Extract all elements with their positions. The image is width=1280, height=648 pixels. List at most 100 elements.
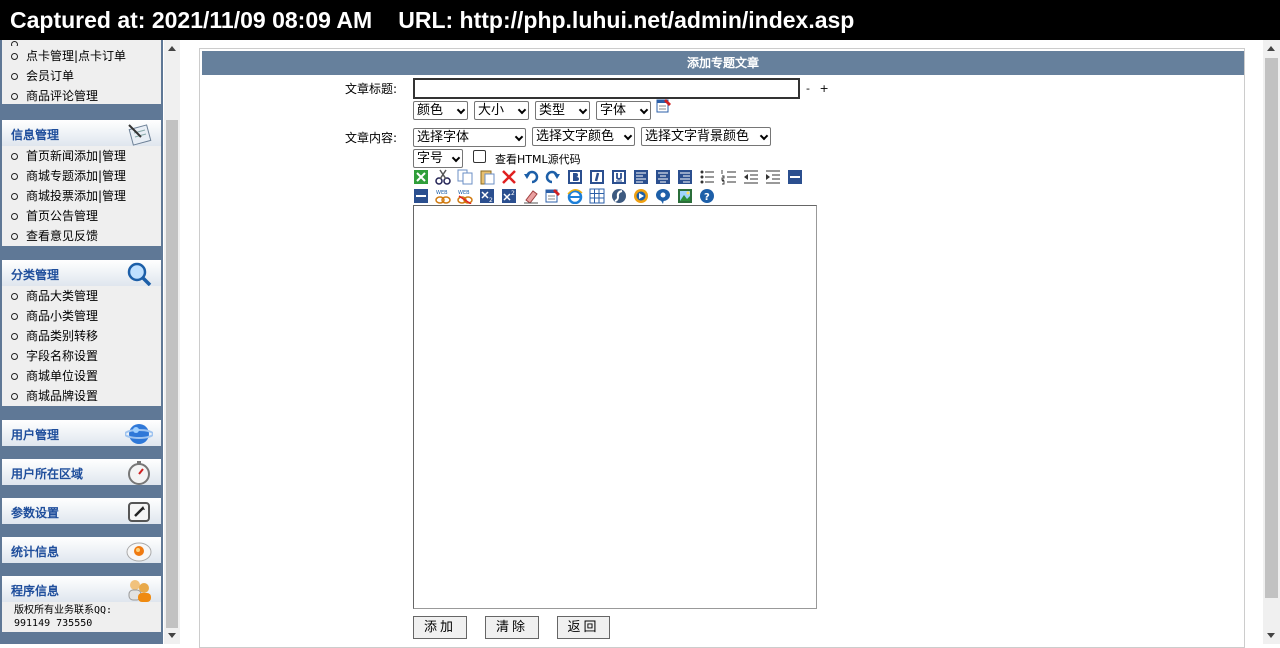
- align-right-icon[interactable]: [677, 169, 693, 185]
- bold-icon[interactable]: [567, 169, 583, 185]
- sidebar-item-main-category[interactable]: 商品大类管理: [2, 286, 161, 306]
- flash-icon[interactable]: [611, 188, 627, 204]
- main-scrollbar[interactable]: [1263, 40, 1280, 644]
- insert-table-props-icon[interactable]: [545, 188, 561, 204]
- sidebar-item-units[interactable]: 商城单位设置: [2, 366, 161, 386]
- underline-icon[interactable]: [611, 169, 627, 185]
- menu-header-settings[interactable]: 参数设置: [2, 498, 161, 524]
- delete-icon[interactable]: [501, 169, 517, 185]
- outdent-icon[interactable]: [743, 169, 759, 185]
- select-value: 字号: [417, 151, 444, 166]
- article-title-input[interactable]: [413, 78, 800, 99]
- title-font-select[interactable]: 字体: [596, 101, 651, 120]
- font-select[interactable]: 选择字体: [413, 128, 526, 147]
- back-button[interactable]: 返回: [557, 616, 610, 639]
- scroll-thumb[interactable]: [166, 120, 178, 628]
- left-frame: 点卡管理|点卡订单 会员订单 商品评论管理 信息管理 首页新闻添加|管理 商城专…: [0, 40, 180, 644]
- menu-header-label: 信息管理: [11, 128, 60, 142]
- redo-icon[interactable]: [545, 169, 561, 185]
- select-value: 类型: [539, 103, 566, 118]
- sidebar-item-point-card[interactable]: 点卡管理|点卡订单: [2, 46, 161, 66]
- insert-image-icon[interactable]: [677, 188, 693, 204]
- undo-icon[interactable]: [523, 169, 539, 185]
- cut-icon[interactable]: [435, 169, 451, 185]
- table-icon[interactable]: [589, 188, 605, 204]
- sidebar-item-feedback[interactable]: 查看意见反馈: [2, 226, 161, 246]
- stopwatch-icon: [128, 461, 150, 485]
- scroll-down-icon[interactable]: [1267, 633, 1275, 638]
- writing-pad-icon: [128, 124, 152, 146]
- copy-icon[interactable]: [457, 169, 473, 185]
- align-center-icon[interactable]: [655, 169, 671, 185]
- sidebar-item-category-move[interactable]: 商品类别转移: [2, 326, 161, 346]
- menu-block-category: 商品大类管理 商品小类管理 商品类别转移 字段名称设置 商城单位设置 商城品牌设…: [2, 286, 161, 406]
- horizontal-rule-icon[interactable]: [787, 169, 803, 185]
- article-title-label: 文章标题:: [345, 82, 398, 96]
- title-type-select[interactable]: 类型: [535, 101, 590, 120]
- chevron-down-icon: [517, 105, 527, 115]
- help-icon[interactable]: ?: [699, 188, 715, 204]
- sidebar-item-votes[interactable]: 商城投票添加|管理: [2, 186, 161, 206]
- menu-header-info[interactable]: 信息管理: [2, 120, 161, 146]
- select-all-icon[interactable]: [413, 169, 429, 185]
- media-player-icon[interactable]: [633, 188, 649, 204]
- menu-header-program[interactable]: 程序信息: [2, 576, 161, 602]
- clear-button[interactable]: 清除: [485, 616, 539, 639]
- text-color-select[interactable]: 选择文字颜色: [532, 127, 635, 146]
- sidebar-item-member-orders[interactable]: 会员订单: [2, 66, 161, 86]
- copyright-line-2: 991149 735550: [14, 618, 93, 629]
- copyright-info: 版权所有业务联系QQ: 991149 735550: [2, 602, 161, 632]
- captured-url-text: URL: http://php.luhui.net/admin/index.as…: [398, 7, 855, 33]
- sidebar-item-topics[interactable]: 商城专题添加|管理: [2, 166, 161, 186]
- sidebar-item-news[interactable]: 首页新闻添加|管理: [2, 146, 161, 166]
- title-color-select[interactable]: 颜色: [413, 101, 468, 120]
- menu-block-info: 首页新闻添加|管理 商城专题添加|管理 商城投票添加|管理 首页公告管理 查看意…: [2, 146, 161, 246]
- sidebar-item-product-reviews[interactable]: 商品评论管理: [2, 86, 161, 106]
- text-bgcolor-select[interactable]: 选择文字背景颜色: [641, 127, 771, 146]
- real-player-icon[interactable]: [655, 188, 671, 204]
- sidebar-item-brands[interactable]: 商城品牌设置: [2, 386, 161, 406]
- sidebar-item-announcements[interactable]: 首页公告管理: [2, 206, 161, 226]
- web-link-icon[interactable]: WEB: [435, 188, 451, 204]
- select-value: 颜色: [417, 103, 444, 118]
- menu-header-category[interactable]: 分类管理: [2, 260, 161, 287]
- scroll-thumb[interactable]: [1265, 58, 1278, 598]
- article-content-label: 文章内容:: [345, 131, 398, 145]
- menu-header-users[interactable]: 用户管理: [2, 420, 161, 446]
- sidebar-item-sub-category[interactable]: 商品小类管理: [2, 306, 161, 326]
- indent-icon[interactable]: [765, 169, 781, 185]
- svg-text:2: 2: [511, 190, 515, 197]
- italic-icon[interactable]: [589, 169, 605, 185]
- content-editor[interactable]: [413, 205, 817, 609]
- numbered-list-icon[interactable]: [721, 169, 737, 185]
- menu-header-region[interactable]: 用户所在区域: [2, 459, 161, 485]
- panel-title: 添加专题文章: [202, 51, 1244, 75]
- html-source-checkbox[interactable]: [473, 150, 486, 163]
- paste-icon[interactable]: [479, 169, 495, 185]
- select-value: 大小: [478, 103, 505, 118]
- settings-window-icon: [128, 502, 150, 522]
- users-icon: [128, 580, 151, 602]
- unlink-icon[interactable]: WEB: [457, 188, 473, 204]
- menu-header-stats[interactable]: 统计信息: [2, 537, 161, 563]
- scroll-up-icon[interactable]: [168, 46, 176, 51]
- align-left-icon[interactable]: [633, 169, 649, 185]
- title-preview-icon[interactable]: [656, 98, 672, 114]
- scroll-up-icon[interactable]: [1267, 46, 1275, 51]
- browser-icon[interactable]: [567, 188, 583, 204]
- chart-disc-icon: [126, 542, 152, 562]
- sidebar-item-field-names[interactable]: 字段名称设置: [2, 346, 161, 366]
- eraser-icon[interactable]: [523, 188, 539, 204]
- title-size-select[interactable]: 大小: [474, 101, 529, 120]
- subscript-icon[interactable]: 2: [479, 188, 495, 204]
- superscript-icon[interactable]: 2: [501, 188, 517, 204]
- menu-header-label: 参数设置: [11, 506, 60, 520]
- remove-format-icon[interactable]: [413, 188, 429, 204]
- font-size-select[interactable]: 字号: [413, 149, 463, 168]
- menu-block-orders: 点卡管理|点卡订单 会员订单 商品评论管理: [2, 40, 161, 104]
- sidebar-scrollbar[interactable]: [164, 40, 180, 644]
- scroll-down-icon[interactable]: [168, 633, 176, 638]
- add-button[interactable]: 添加: [413, 616, 467, 639]
- title-size-controls[interactable]: - +: [806, 82, 832, 95]
- bullet-list-icon[interactable]: [699, 169, 715, 185]
